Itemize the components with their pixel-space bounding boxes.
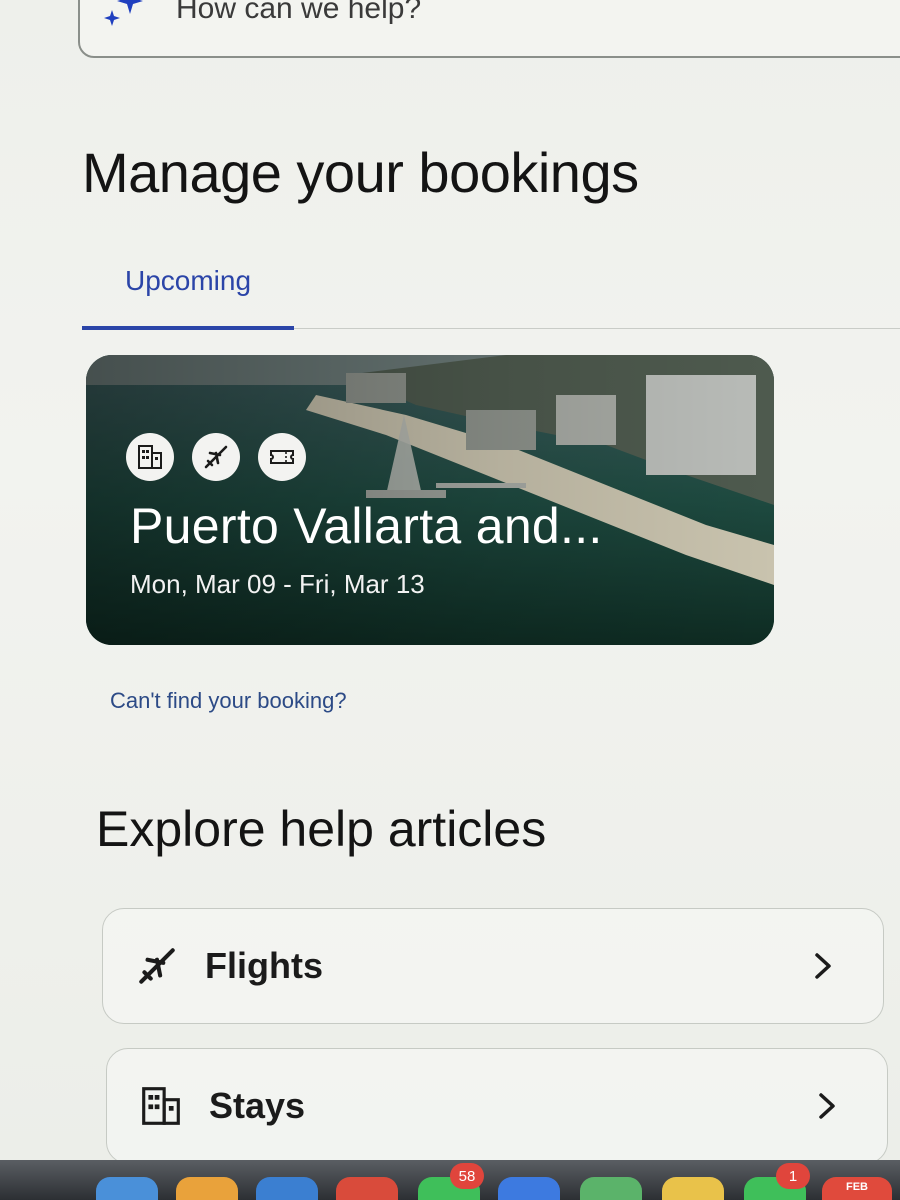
search-input[interactable]: How can we help?	[78, 0, 900, 58]
dock-app-photos[interactable]	[662, 1177, 724, 1200]
sparkle-icon	[104, 0, 143, 26]
tab-active-indicator	[82, 326, 294, 330]
dock-app-chrome[interactable]	[336, 1177, 398, 1200]
help-item-flights[interactable]: Flights	[102, 908, 884, 1024]
screen: How can we help? Manage your bookings Up…	[0, 0, 900, 1165]
dock-app-safari[interactable]	[256, 1177, 318, 1200]
dock-app-facetime[interactable]: 1	[744, 1163, 810, 1200]
hotel-icon	[142, 1087, 180, 1125]
tab-upcoming[interactable]: Upcoming	[82, 255, 294, 329]
page-title: Manage your bookings	[82, 141, 639, 204]
dock-app-calendar[interactable]: FEB	[822, 1177, 892, 1200]
trip-card-icons	[126, 433, 306, 481]
trip-dates: Mon, Mar 09 - Fri, Mar 13	[130, 569, 425, 599]
ticket-icon	[258, 433, 306, 481]
help-item-stays[interactable]: Stays	[106, 1048, 888, 1164]
flight-icon	[139, 948, 175, 984]
help-item-label: Flights	[205, 945, 323, 986]
dock-app-mail[interactable]	[498, 1177, 560, 1200]
notification-badge: 1	[776, 1163, 810, 1189]
trip-card[interactable]: Puerto Vallarta and... Mon, Mar 09 - Fri…	[86, 355, 774, 645]
chevron-right-icon	[819, 1093, 835, 1119]
dock-app-maps[interactable]	[580, 1177, 642, 1200]
help-section-title: Explore help articles	[96, 801, 547, 857]
calendar-month-label: FEB	[846, 1181, 868, 1193]
search-placeholder: How can we help?	[176, 0, 422, 25]
help-item-label: Stays	[209, 1085, 306, 1126]
dock-app-launchpad[interactable]	[176, 1177, 238, 1200]
booking-tabs: Upcoming	[82, 255, 900, 330]
cant-find-booking-link[interactable]: Can't find your booking?	[110, 688, 347, 714]
dock-app-messages[interactable]: 58	[418, 1163, 484, 1200]
hotel-icon	[126, 433, 174, 481]
trip-title: Puerto Vallarta and...	[130, 498, 603, 554]
chevron-right-icon	[815, 953, 831, 979]
dock: 58 1 FEB	[0, 1160, 900, 1200]
notification-badge: 58	[450, 1163, 484, 1189]
dock-app-finder[interactable]	[96, 1177, 158, 1200]
flight-icon	[192, 433, 240, 481]
